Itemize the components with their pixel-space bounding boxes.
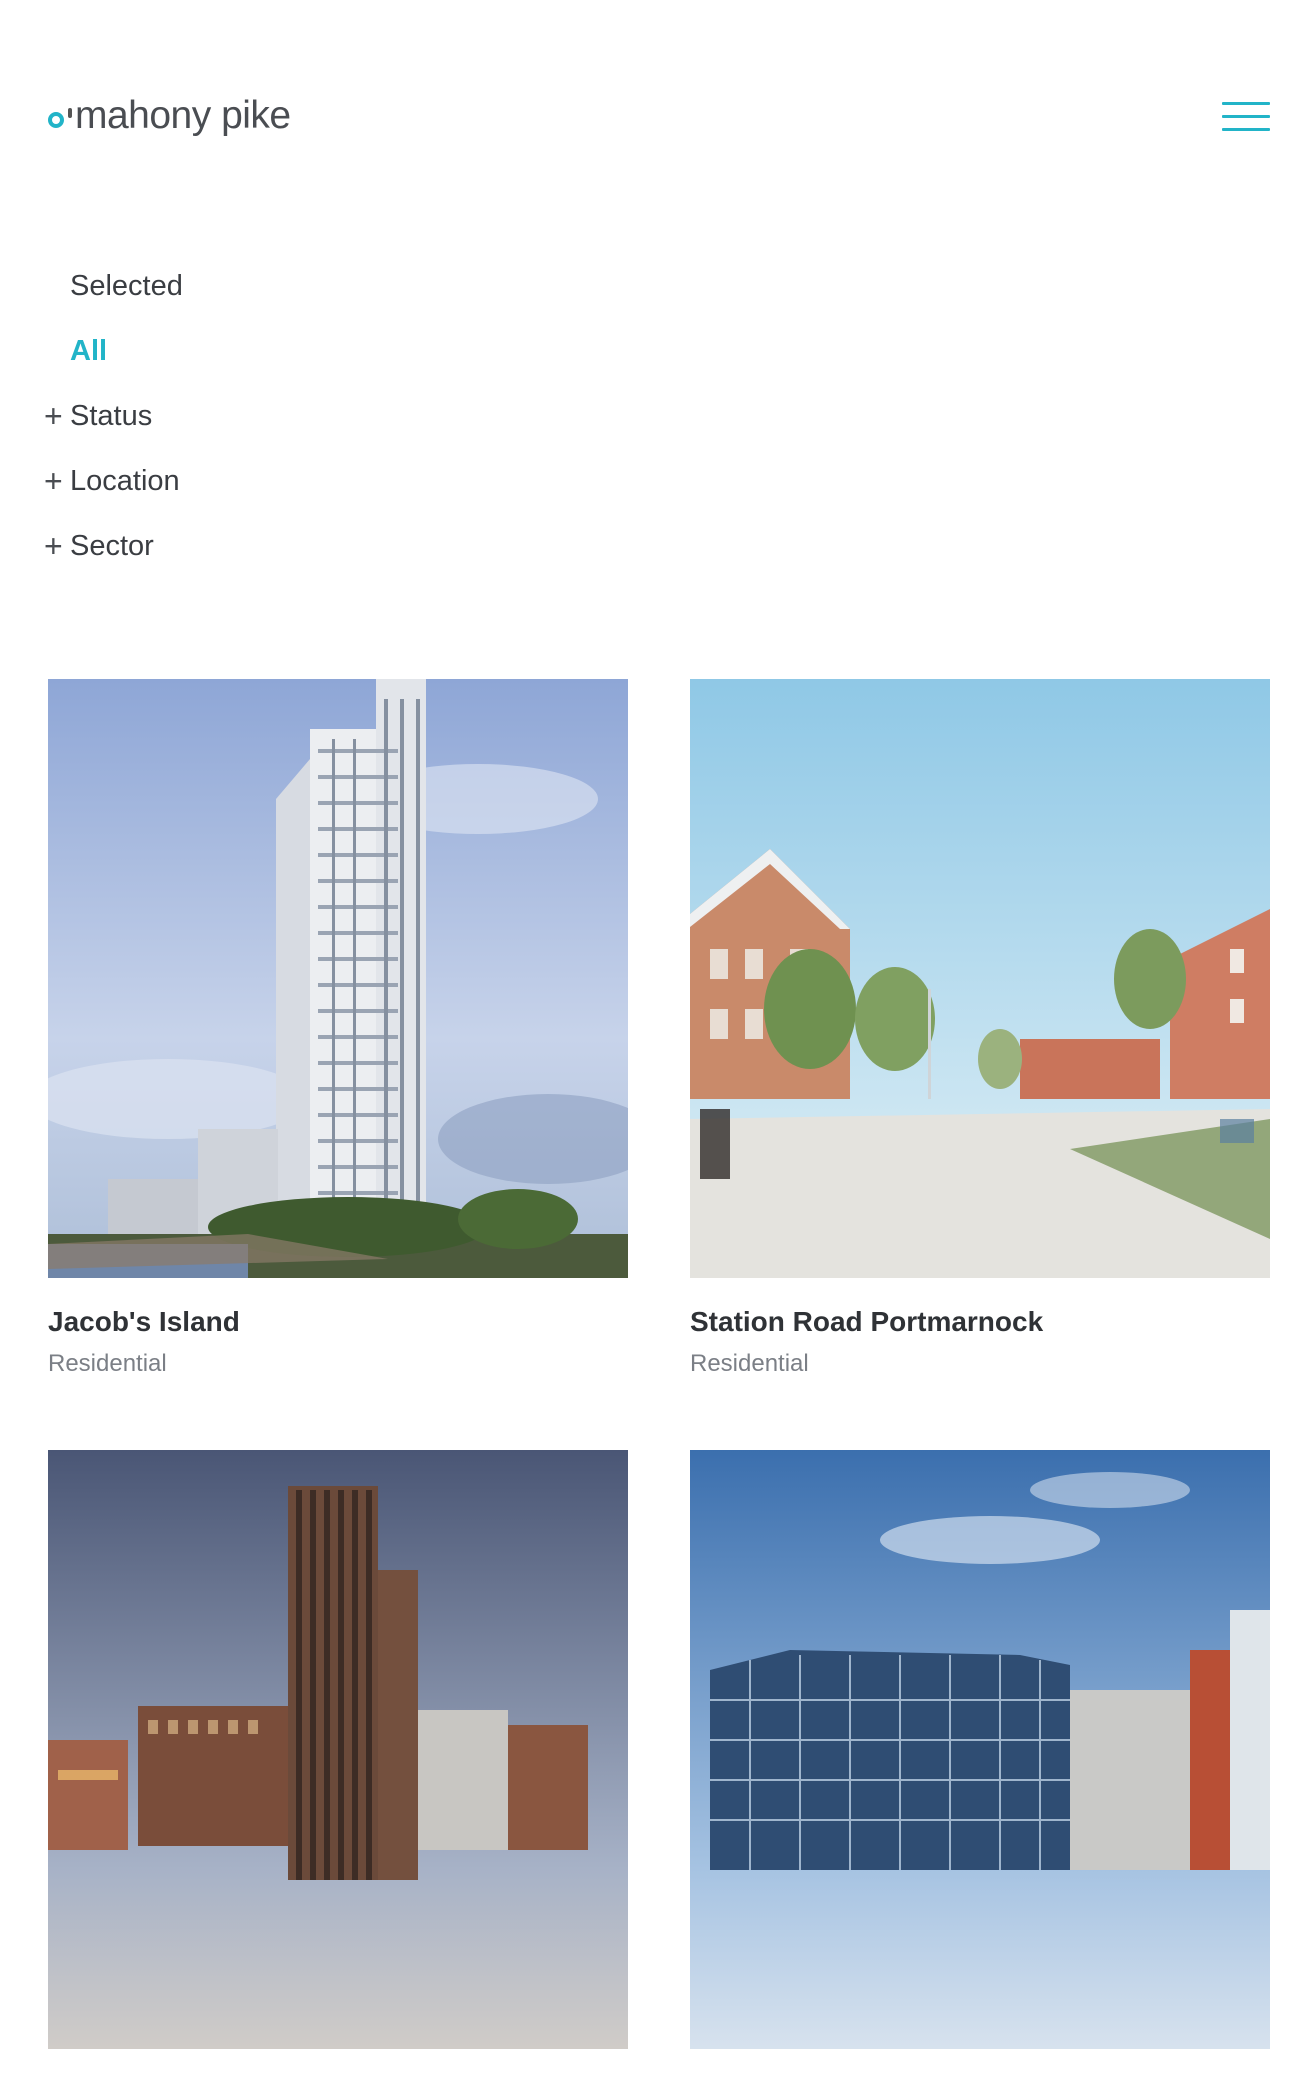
- filter-sector[interactable]: + Sector: [44, 514, 183, 579]
- plus-icon: +: [44, 528, 63, 564]
- project-image-3[interactable]: [48, 1450, 628, 2049]
- filter-selected[interactable]: Selected: [44, 254, 183, 319]
- filter-all[interactable]: All: [44, 319, 183, 384]
- project-filters: Selected All + Status + Location + Secto…: [44, 254, 183, 579]
- project-card[interactable]: Jacob's Island Residential: [48, 679, 628, 1378]
- project-image-station-road[interactable]: [690, 679, 1270, 1278]
- filter-location-label: Location: [70, 465, 180, 497]
- menu-line: [1222, 115, 1270, 118]
- filter-selected-label: Selected: [70, 270, 183, 302]
- project-card[interactable]: [48, 1450, 628, 2077]
- project-image-jacobs-island[interactable]: [48, 679, 628, 1278]
- project-sector: Residential: [48, 1350, 167, 1377]
- filter-location[interactable]: + Location: [44, 449, 183, 514]
- project-card[interactable]: [690, 1450, 1270, 2077]
- site-logo[interactable]: mahony pike: [48, 94, 291, 138]
- project-title[interactable]: Station Road Portmarnock: [690, 1306, 1270, 1338]
- project-title[interactable]: Jacob's Island: [48, 1306, 628, 1338]
- plus-icon: +: [44, 463, 63, 499]
- menu-line: [1222, 102, 1270, 105]
- filter-status[interactable]: + Status: [44, 384, 183, 449]
- project-card[interactable]: Station Road Portmarnock Residential: [690, 679, 1270, 1378]
- menu-line: [1222, 128, 1270, 131]
- logo-apostrophe-icon: [68, 108, 72, 118]
- filter-status-label: Status: [70, 400, 153, 432]
- logo-mark-icon: [48, 112, 64, 128]
- filter-all-label: All: [70, 335, 108, 367]
- filter-sector-label: Sector: [70, 530, 154, 562]
- project-sector: Residential: [690, 1350, 809, 1377]
- hamburger-menu-icon[interactable]: [1222, 102, 1270, 132]
- project-image-4[interactable]: [690, 1450, 1270, 2049]
- plus-icon: +: [44, 398, 63, 434]
- logo-text: mahony pike: [75, 94, 291, 137]
